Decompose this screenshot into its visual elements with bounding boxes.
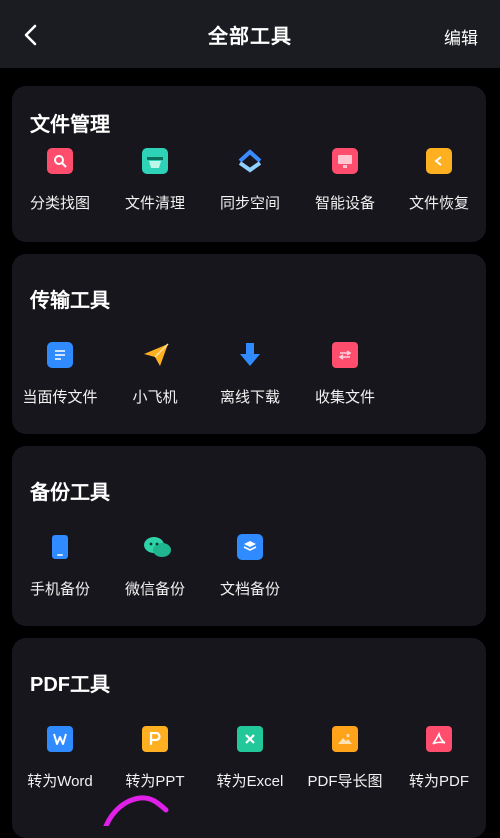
edit-button[interactable]: 编辑 — [444, 24, 478, 49]
tool-label: PDF导长图 — [307, 773, 383, 790]
tool-pdf-long-image[interactable]: PDF导长图 — [297, 726, 393, 791]
top-bar: 全部工具 编辑 — [0, 0, 500, 68]
tool-paper-plane[interactable]: 小飞机 — [107, 342, 203, 407]
tool-label: 转为Word — [27, 773, 93, 790]
tool-label: 文件恢复 — [408, 195, 469, 212]
tool-label: 文档备份 — [219, 581, 280, 598]
section-title: 备份工具 — [30, 482, 110, 504]
tool-image-search[interactable]: 分类找图 — [12, 148, 108, 213]
tool-label: 当面传文件 — [22, 389, 98, 406]
tool-file-clean[interactable]: 文件清理 — [107, 148, 203, 213]
pdf-file-icon — [426, 726, 452, 752]
tool-to-excel[interactable]: 转为Excel — [202, 726, 298, 791]
section-title: 传输工具 — [30, 290, 110, 312]
tool-label: 转为Excel — [216, 773, 284, 790]
folder-collect-icon — [332, 342, 358, 368]
tool-to-pdf[interactable]: 转为PDF — [391, 726, 487, 791]
sync-space-icon — [237, 148, 263, 174]
tool-label: 小飞机 — [132, 389, 178, 406]
phone-backup-icon — [47, 534, 73, 560]
ppt-file-icon — [142, 726, 168, 752]
tool-phone-backup[interactable]: 手机备份 — [12, 534, 108, 599]
tool-label: 分类找图 — [29, 195, 90, 212]
tool-doc-backup[interactable]: 文档备份 — [202, 534, 298, 599]
section-title: 文件管理 — [30, 114, 110, 136]
tool-smart-device[interactable]: 智能设备 — [297, 148, 393, 213]
tool-sync-space[interactable]: 同步空间 — [202, 148, 298, 213]
page-title: 全部工具 — [208, 26, 292, 48]
face-transfer-icon — [47, 342, 73, 368]
doc-backup-icon — [237, 534, 263, 560]
tool-file-restore[interactable]: 文件恢复 — [391, 148, 487, 213]
tool-label: 转为PDF — [408, 773, 469, 790]
paper-plane-icon — [142, 342, 169, 368]
excel-file-icon — [237, 726, 263, 752]
tool-collect-files[interactable]: 收集文件 — [297, 342, 393, 407]
tool-face-transfer[interactable]: 当面传文件 — [12, 342, 108, 407]
long-image-icon — [332, 726, 358, 752]
file-restore-icon — [426, 148, 452, 174]
tool-label: 文件清理 — [124, 195, 185, 212]
tool-label: 离线下载 — [219, 389, 280, 406]
download-arrow-icon — [237, 342, 263, 368]
tool-label: 手机备份 — [29, 581, 90, 598]
tool-label: 微信备份 — [124, 581, 185, 598]
tool-label: 同步空间 — [219, 195, 280, 212]
clean-basket-icon — [142, 148, 168, 174]
wechat-icon — [142, 534, 171, 560]
image-search-icon — [47, 148, 73, 174]
section-title: PDF工具 — [30, 674, 110, 696]
section-pdf-tools: PDF工具 转为Word 转为PPT 转为Excel PDF导长图 转为PDF — [12, 638, 486, 838]
smart-device-icon — [332, 148, 358, 174]
tool-wechat-backup[interactable]: 微信备份 — [107, 534, 203, 599]
tool-offline-download[interactable]: 离线下载 — [202, 342, 298, 407]
section-file-management: 文件管理 分类找图 文件清理 同步空间 智能设备 文件恢复 — [12, 86, 486, 242]
word-file-icon — [47, 726, 73, 752]
section-backup-tools: 备份工具 手机备份 微信备份 文档备份 — [12, 446, 486, 626]
section-transfer-tools: 传输工具 当面传文件 小飞机 离线下载 收集文件 — [12, 254, 486, 434]
tool-label: 智能设备 — [314, 195, 375, 212]
tool-to-ppt[interactable]: 转为PPT — [107, 726, 203, 791]
tool-label: 转为PPT — [125, 773, 185, 790]
tool-to-word[interactable]: 转为Word — [12, 726, 108, 791]
tool-label: 收集文件 — [314, 389, 375, 406]
